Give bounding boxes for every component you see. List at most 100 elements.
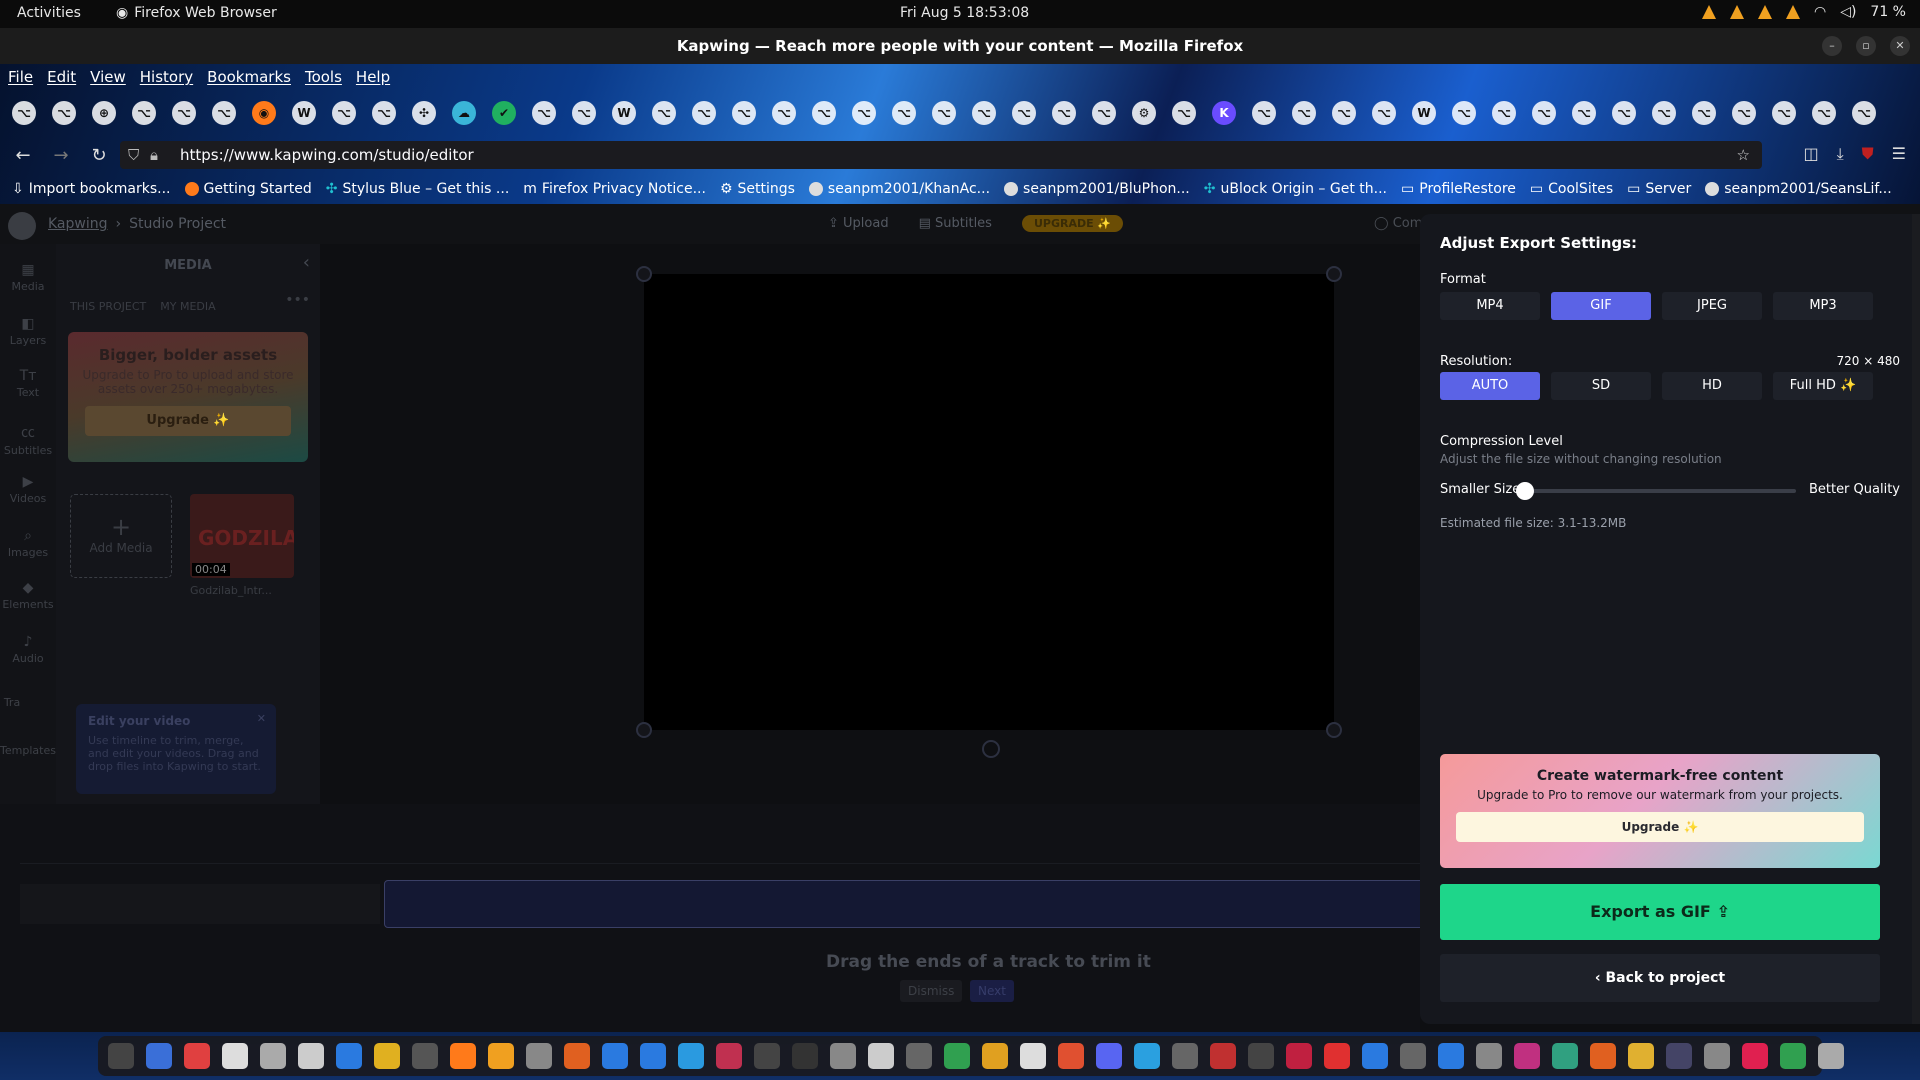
dock-app-icon[interactable]: [1020, 1043, 1046, 1069]
format-mp4-button[interactable]: MP4: [1440, 292, 1540, 320]
bookmark-item[interactable]: Getting Started: [184, 181, 312, 197]
dock-app-icon[interactable]: [754, 1043, 780, 1069]
gear-icon[interactable]: ⚙: [1132, 101, 1156, 125]
back-to-project-button[interactable]: ‹ Back to project: [1440, 954, 1880, 1002]
dock-app-icon[interactable]: [412, 1043, 438, 1069]
dock-app-icon[interactable]: [830, 1043, 856, 1069]
dock-app-icon[interactable]: [450, 1043, 476, 1069]
dock-app-icon[interactable]: [640, 1043, 666, 1069]
vlc-icon[interactable]: [1757, 5, 1772, 19]
resolution-hd-button[interactable]: HD: [1662, 372, 1762, 400]
dock-app-icon[interactable]: [1628, 1043, 1654, 1069]
menu-file[interactable]: File: [8, 68, 33, 86]
dock-app-icon[interactable]: [944, 1043, 970, 1069]
video-track[interactable]: [384, 880, 1424, 928]
tab-this-project[interactable]: THIS PROJECT: [70, 300, 146, 313]
resolution-sd-button[interactable]: SD: [1551, 372, 1651, 400]
dock-app-icon[interactable]: [1248, 1043, 1274, 1069]
dock-app-icon[interactable]: [1362, 1043, 1388, 1069]
github-icon[interactable]: ⌥: [1252, 101, 1276, 125]
dock-app-icon[interactable]: [1172, 1043, 1198, 1069]
dock-app-icon[interactable]: [1704, 1043, 1730, 1069]
ublock-icon[interactable]: ⛊: [1862, 144, 1874, 164]
clock[interactable]: Fri Aug 5 18:53:08: [900, 5, 1029, 21]
pocket-icon[interactable]: ◫: [1803, 144, 1818, 164]
dock-app-icon[interactable]: [1134, 1043, 1160, 1069]
github-icon[interactable]: ⌥: [1652, 101, 1676, 125]
battery-level[interactable]: 71 %: [1870, 4, 1906, 20]
upgrade-badge[interactable]: UPGRADE ✨: [1021, 215, 1124, 232]
github-icon[interactable]: ⌥: [972, 101, 996, 125]
menu-help[interactable]: Help: [356, 68, 390, 86]
github-icon[interactable]: ⌥: [732, 101, 756, 125]
bookmark-item[interactable]: seanpm2001/BluPhon...: [1004, 181, 1190, 197]
track-segment[interactable]: [20, 884, 380, 924]
wikipedia-icon[interactable]: W: [1412, 101, 1436, 125]
video-canvas[interactable]: [644, 274, 1334, 730]
rail-templates[interactable]: Templates: [0, 744, 56, 757]
rail-images[interactable]: ⌕ Images: [0, 528, 56, 559]
github-icon[interactable]: ⌥: [212, 101, 236, 125]
next-button[interactable]: Next: [970, 980, 1014, 1002]
brand-link[interactable]: Kapwing: [48, 216, 108, 232]
github-icon[interactable]: ⌥: [892, 101, 916, 125]
github-icon[interactable]: ⌥: [932, 101, 956, 125]
dock-app-icon[interactable]: [146, 1043, 172, 1069]
dock-app-icon[interactable]: [1324, 1043, 1350, 1069]
dock-app-icon[interactable]: [716, 1043, 742, 1069]
vlc-icon[interactable]: [1785, 5, 1800, 19]
restore-icon[interactable]: ▫: [1856, 36, 1876, 56]
dock-app-icon[interactable]: [1476, 1043, 1502, 1069]
globe-icon[interactable]: ⊕: [92, 101, 116, 125]
dock-app-icon[interactable]: [526, 1043, 552, 1069]
shield-icon[interactable]: ✔: [492, 101, 516, 125]
github-icon[interactable]: ⌥: [1812, 101, 1836, 125]
dock-app-icon[interactable]: [1058, 1043, 1084, 1069]
menu-view[interactable]: View: [90, 68, 126, 86]
collapse-chevron-icon[interactable]: ‹: [303, 252, 310, 273]
dismiss-button[interactable]: Dismiss: [900, 980, 963, 1002]
rail-subtitles[interactable]: ㏄ Subtitles: [0, 422, 56, 457]
rotate-handle-icon[interactable]: [982, 740, 1000, 758]
dock-app-icon[interactable]: [1438, 1043, 1464, 1069]
github-icon[interactable]: ⌥: [372, 101, 396, 125]
cloud-icon[interactable]: ☁: [452, 101, 476, 125]
dock-app-icon[interactable]: [602, 1043, 628, 1069]
rail-audio[interactable]: ♪ Audio: [0, 634, 56, 665]
minimize-icon[interactable]: –: [1822, 36, 1842, 56]
kapwing-icon[interactable]: K: [1212, 101, 1236, 125]
format-mp3-button[interactable]: MP3: [1773, 292, 1873, 320]
firefox-icon[interactable]: ◉: [252, 101, 276, 125]
dock-app-icon[interactable]: [488, 1043, 514, 1069]
dock-app-icon[interactable]: [906, 1043, 932, 1069]
more-options-icon[interactable]: •••: [285, 292, 310, 308]
dock-app-icon[interactable]: [1742, 1043, 1768, 1069]
github-icon[interactable]: ⌥: [332, 101, 356, 125]
bookmark-item[interactable]: ⇩ Import bookmarks...: [12, 181, 171, 197]
github-icon[interactable]: ⌥: [532, 101, 556, 125]
menu-history[interactable]: History: [140, 68, 193, 86]
github-icon[interactable]: ⌥: [572, 101, 596, 125]
bookmark-folder[interactable]: ▭ CoolSites: [1530, 181, 1613, 197]
close-icon[interactable]: ✕: [1890, 36, 1910, 56]
bookmark-folder[interactable]: ▭ ProfileRestore: [1401, 181, 1516, 197]
timeline-ruler[interactable]: [20, 852, 1420, 864]
url-text[interactable]: https://www.kapwing.com/studio/editor: [180, 146, 474, 164]
rail-videos[interactable]: ▶ Videos: [0, 474, 56, 505]
resolution-fullhd-button[interactable]: Full HD ✨: [1773, 372, 1873, 400]
github-icon[interactable]: ⌥: [1452, 101, 1476, 125]
resolution-auto-button[interactable]: AUTO: [1440, 372, 1540, 400]
github-icon[interactable]: ⌥: [1852, 101, 1876, 125]
wifi-icon[interactable]: ◠: [1814, 4, 1826, 20]
github-icon[interactable]: ⌥: [852, 101, 876, 125]
dock-app-icon[interactable]: [1286, 1043, 1312, 1069]
dock-app-icon[interactable]: [108, 1043, 134, 1069]
format-jpeg-button[interactable]: JPEG: [1662, 292, 1762, 320]
close-icon[interactable]: ✕: [257, 712, 266, 725]
activities-button[interactable]: Activities: [17, 5, 81, 21]
github-icon[interactable]: ⌥: [652, 101, 676, 125]
github-icon[interactable]: ⌥: [1492, 101, 1516, 125]
reload-icon[interactable]: ↻: [84, 145, 114, 166]
github-icon[interactable]: ⌥: [1372, 101, 1396, 125]
app-menu[interactable]: ◉ Firefox Web Browser: [116, 5, 277, 21]
